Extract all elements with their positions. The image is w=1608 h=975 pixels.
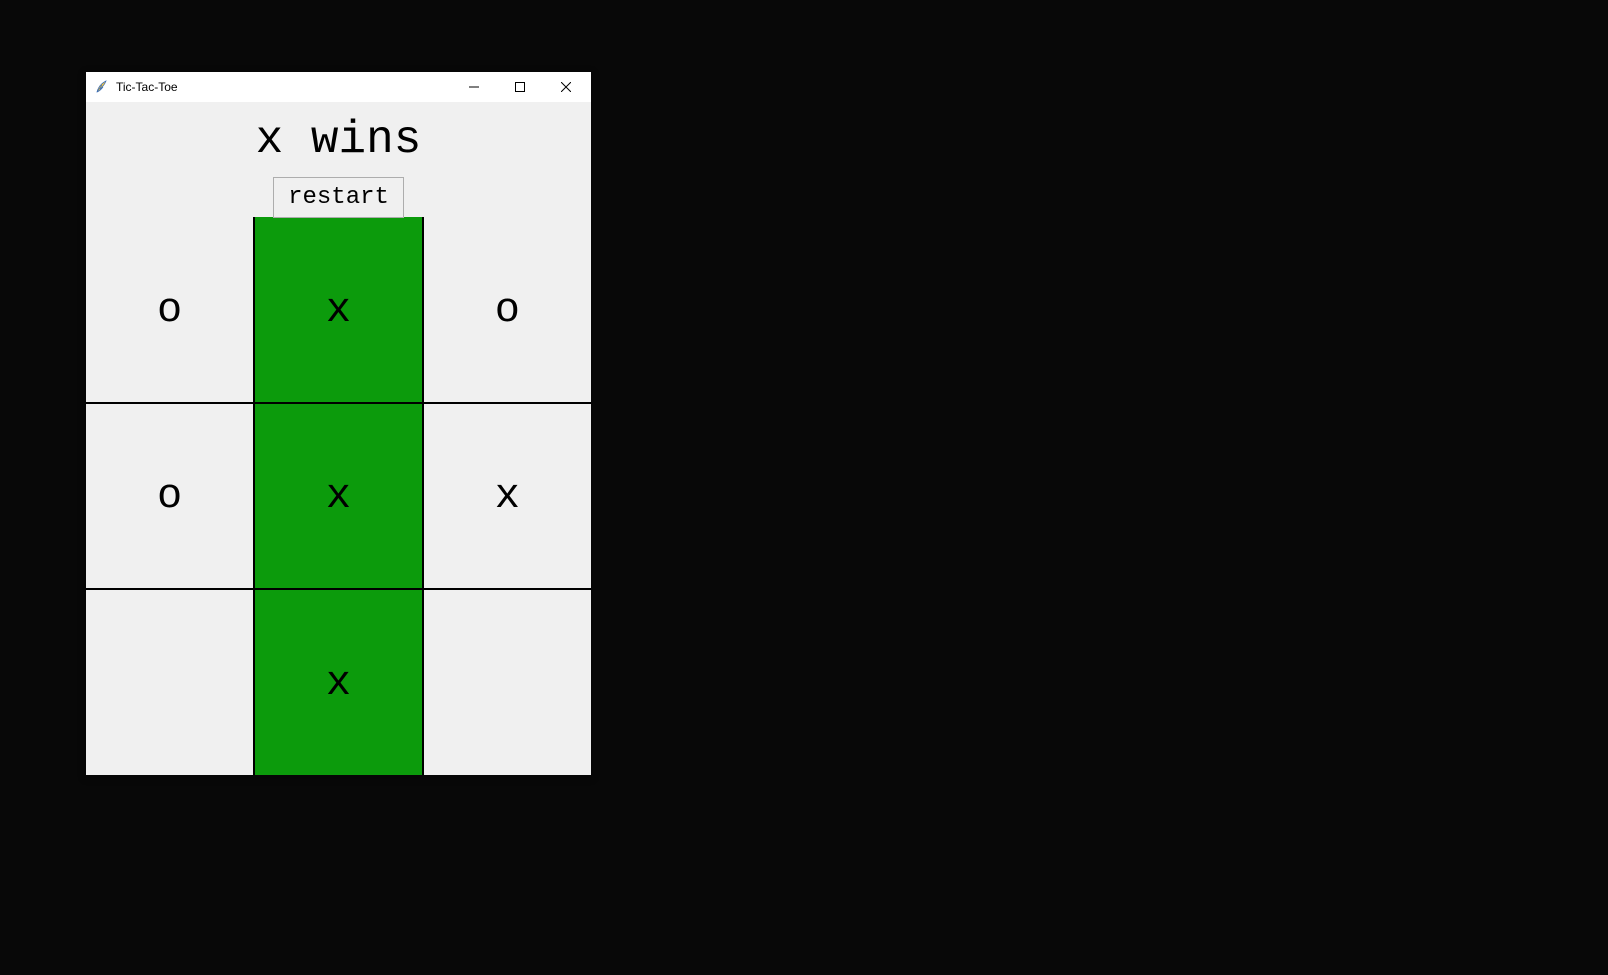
window-title: Tic-Tac-Toe: [116, 80, 451, 94]
cell-2-0[interactable]: [86, 589, 254, 775]
cell-1-2[interactable]: x: [423, 403, 591, 589]
close-button[interactable]: [543, 72, 589, 102]
game-board: o x o o x x x: [86, 217, 591, 775]
feather-icon: [94, 79, 110, 95]
cell-0-2[interactable]: o: [423, 217, 591, 403]
titlebar: Tic-Tac-Toe: [86, 72, 591, 102]
app-window: Tic-Tac-Toe x wins restart o x o o x x x: [86, 72, 591, 775]
cell-1-1[interactable]: x: [254, 403, 422, 589]
cell-2-1[interactable]: x: [254, 589, 422, 775]
cell-0-0[interactable]: o: [86, 217, 254, 403]
titlebar-controls: [451, 72, 589, 102]
status-label: x wins: [86, 114, 591, 166]
minimize-button[interactable]: [451, 72, 497, 102]
cell-0-1[interactable]: x: [254, 217, 422, 403]
restart-button[interactable]: restart: [273, 177, 404, 218]
maximize-button[interactable]: [497, 72, 543, 102]
game-header: x wins restart: [86, 102, 591, 217]
cell-2-2[interactable]: [423, 589, 591, 775]
cell-1-0[interactable]: o: [86, 403, 254, 589]
